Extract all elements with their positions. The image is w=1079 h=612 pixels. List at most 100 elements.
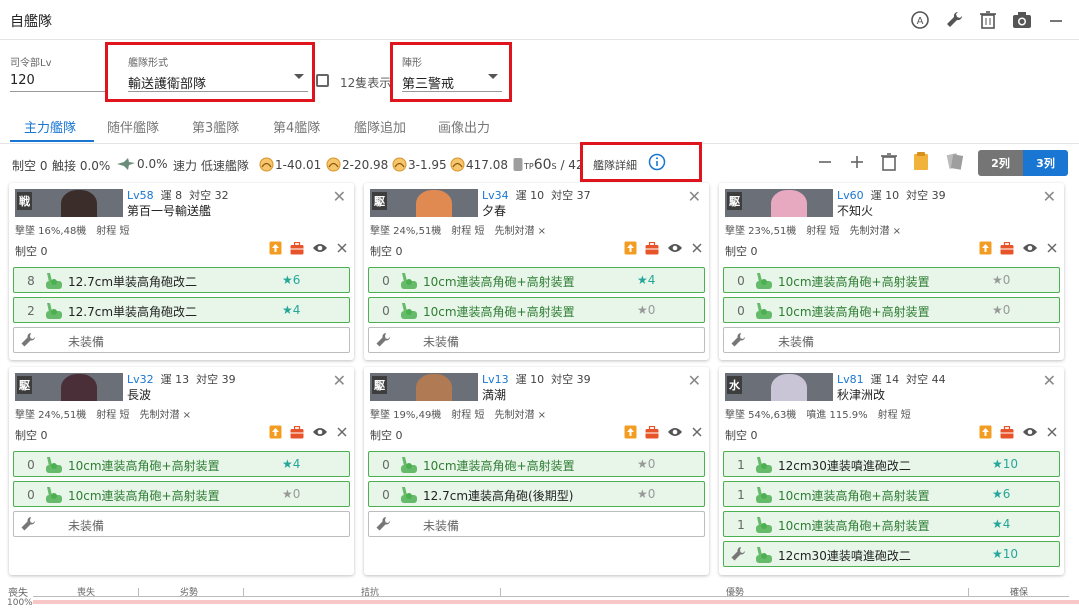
ship-banner[interactable]: 駆 [370, 189, 478, 217]
equipment-slot[interactable]: 8 12.7cm単装高角砲改二 ★6 [13, 267, 350, 293]
toolbox-icon[interactable] [1000, 425, 1014, 439]
tab-add-fleet[interactable]: 艦隊追加 [354, 117, 406, 136]
equipment-slot[interactable]: 0 10cm連装高角砲+高射装置 ★0 [723, 297, 1060, 323]
eye-icon[interactable] [667, 426, 683, 438]
two-column-button[interactable]: 2列 [978, 150, 1023, 176]
hq-level-field[interactable]: 司令部Lv 120 [10, 54, 108, 92]
close-icon[interactable] [691, 242, 703, 254]
equipment-name: 10cm連装高角砲+高射装置 [778, 275, 930, 289]
wrench-icon[interactable] [375, 332, 391, 348]
wrench-icon[interactable] [375, 516, 391, 532]
close-icon[interactable]: ✕ [333, 187, 346, 206]
aa-gun-icon [756, 517, 772, 533]
plus-icon[interactable] [848, 153, 866, 171]
upload-icon[interactable] [979, 241, 992, 255]
ship-air-power: 制空 0 [725, 245, 758, 258]
zone-label: 確保 [1010, 588, 1029, 598]
empty-equipment-slot[interactable]: 未装備 [368, 511, 705, 537]
equipment-slot[interactable]: 0 12.7cm連装高角砲(後期型) ★0 [368, 481, 705, 507]
slot-count: 0 [382, 488, 390, 502]
eye-icon[interactable] [312, 426, 328, 438]
upload-icon[interactable] [624, 425, 637, 439]
equipment-slot[interactable]: 0 10cm連装高角砲+高射装置 ★0 [368, 451, 705, 477]
equipment-slot[interactable]: 0 10cm連装高角砲+高射装置 ★4 [368, 267, 705, 293]
twelve-ships-checkbox[interactable] [316, 74, 329, 87]
minimize-icon[interactable] [1045, 9, 1067, 31]
equipment-slot[interactable]: 2 12.7cm単装高角砲改二 ★4 [13, 297, 350, 323]
wrench-icon[interactable] [20, 516, 36, 532]
equipment-slot[interactable]: 0 10cm連装高角砲+高射装置 ★0 [13, 481, 350, 507]
close-icon[interactable]: ✕ [1043, 187, 1056, 206]
close-icon[interactable]: ✕ [688, 371, 701, 390]
toolbox-icon[interactable] [290, 425, 304, 439]
three-column-button[interactable]: 3列 [1023, 150, 1068, 176]
ship-aa: 対空 37 [551, 189, 591, 202]
slot-count: 0 [27, 488, 35, 502]
empty-equipment-slot[interactable]: 未装備 [13, 327, 350, 353]
eye-icon[interactable] [1022, 426, 1038, 438]
camera-icon[interactable] [1011, 9, 1033, 31]
tab-fleet-3[interactable]: 第3艦隊 [192, 117, 239, 136]
ship-type-stamp: 戦 [17, 192, 32, 210]
wrench-icon[interactable] [20, 332, 36, 348]
upload-icon[interactable] [979, 425, 992, 439]
ship-luck: 運 10 [515, 373, 545, 386]
equipment-slot[interactable]: 0 10cm連装高角砲+高射装置 ★4 [13, 451, 350, 477]
slot-count: 1 [737, 458, 745, 472]
close-icon[interactable]: ✕ [1043, 371, 1056, 390]
tab-image-output[interactable]: 画像出力 [438, 117, 490, 136]
equipment-slot[interactable]: 12cm30連装噴進砲改二 ★10 [723, 541, 1060, 567]
aa-gun-icon [401, 487, 417, 503]
wrench-icon[interactable] [730, 332, 746, 348]
paste-icon[interactable] [912, 151, 932, 171]
upload-icon[interactable] [624, 241, 637, 255]
copy-icon[interactable] [944, 151, 964, 171]
equipment-slot[interactable]: 0 10cm連装高角砲+高射装置 ★0 [368, 297, 705, 323]
upload-icon[interactable] [269, 425, 282, 439]
auto-icon[interactable]: A [909, 9, 931, 31]
close-icon[interactable]: ✕ [333, 371, 346, 390]
toolbox-icon[interactable] [1000, 241, 1014, 255]
ship-banner[interactable]: 戦 [15, 189, 123, 217]
empty-equipment-slot[interactable]: 未装備 [723, 327, 1060, 353]
trash-icon[interactable] [977, 9, 999, 31]
ship-air-power: 制空 0 [15, 245, 48, 258]
eye-icon[interactable] [667, 242, 683, 254]
close-icon[interactable] [336, 426, 348, 438]
close-icon[interactable] [336, 242, 348, 254]
ship-banner[interactable]: 駆 [370, 373, 478, 401]
ship-level: 58 [139, 189, 154, 202]
close-icon[interactable]: ✕ [688, 187, 701, 206]
wrench-icon[interactable] [943, 9, 965, 31]
wrench-icon[interactable] [730, 546, 746, 562]
ship-luck: 運 14 [870, 373, 900, 386]
toolbox-icon[interactable] [645, 425, 659, 439]
equipment-slot[interactable]: 1 10cm連装高角砲+高射装置 ★6 [723, 481, 1060, 507]
ship-banner[interactable]: 駆 [725, 189, 833, 217]
ship-banner[interactable]: 駆 [15, 373, 123, 401]
empty-equipment-slot[interactable]: 未装備 [368, 327, 705, 353]
ship-actions [269, 241, 348, 255]
toolbox-icon[interactable] [645, 241, 659, 255]
empty-equipment-slot[interactable]: 未装備 [13, 511, 350, 537]
eye-icon[interactable] [1022, 242, 1038, 254]
trash-icon[interactable] [880, 152, 898, 172]
tab-escort-fleet[interactable]: 随伴艦隊 [107, 117, 159, 136]
upload-icon[interactable] [269, 241, 282, 255]
minus-icon[interactable] [816, 153, 834, 171]
air-power-stat: 制空 0 [12, 159, 48, 173]
equipment-slot[interactable]: 1 12cm30連装噴進砲改二 ★10 [723, 451, 1060, 477]
tab-fleet-4[interactable]: 第4艦隊 [273, 117, 320, 136]
equipment-slot[interactable]: 0 10cm連装高角砲+高射装置 ★0 [723, 267, 1060, 293]
eye-icon[interactable] [312, 242, 328, 254]
ship-actions [979, 241, 1058, 255]
close-icon[interactable] [691, 426, 703, 438]
aa-gun-icon [756, 547, 772, 563]
close-icon[interactable] [1046, 426, 1058, 438]
ship-banner[interactable]: 水 [725, 373, 833, 401]
ship-card: 水 Lv81 運 14 対空 44 秋津洲改 ✕ 撃墜 54%,63機 噴進 115.9… [719, 367, 1064, 575]
equipment-slot[interactable]: 1 10cm連装高角砲+高射装置 ★4 [723, 511, 1060, 537]
tab-main-fleet[interactable]: 主力艦隊 [24, 117, 76, 136]
toolbox-icon[interactable] [290, 241, 304, 255]
close-icon[interactable] [1046, 242, 1058, 254]
